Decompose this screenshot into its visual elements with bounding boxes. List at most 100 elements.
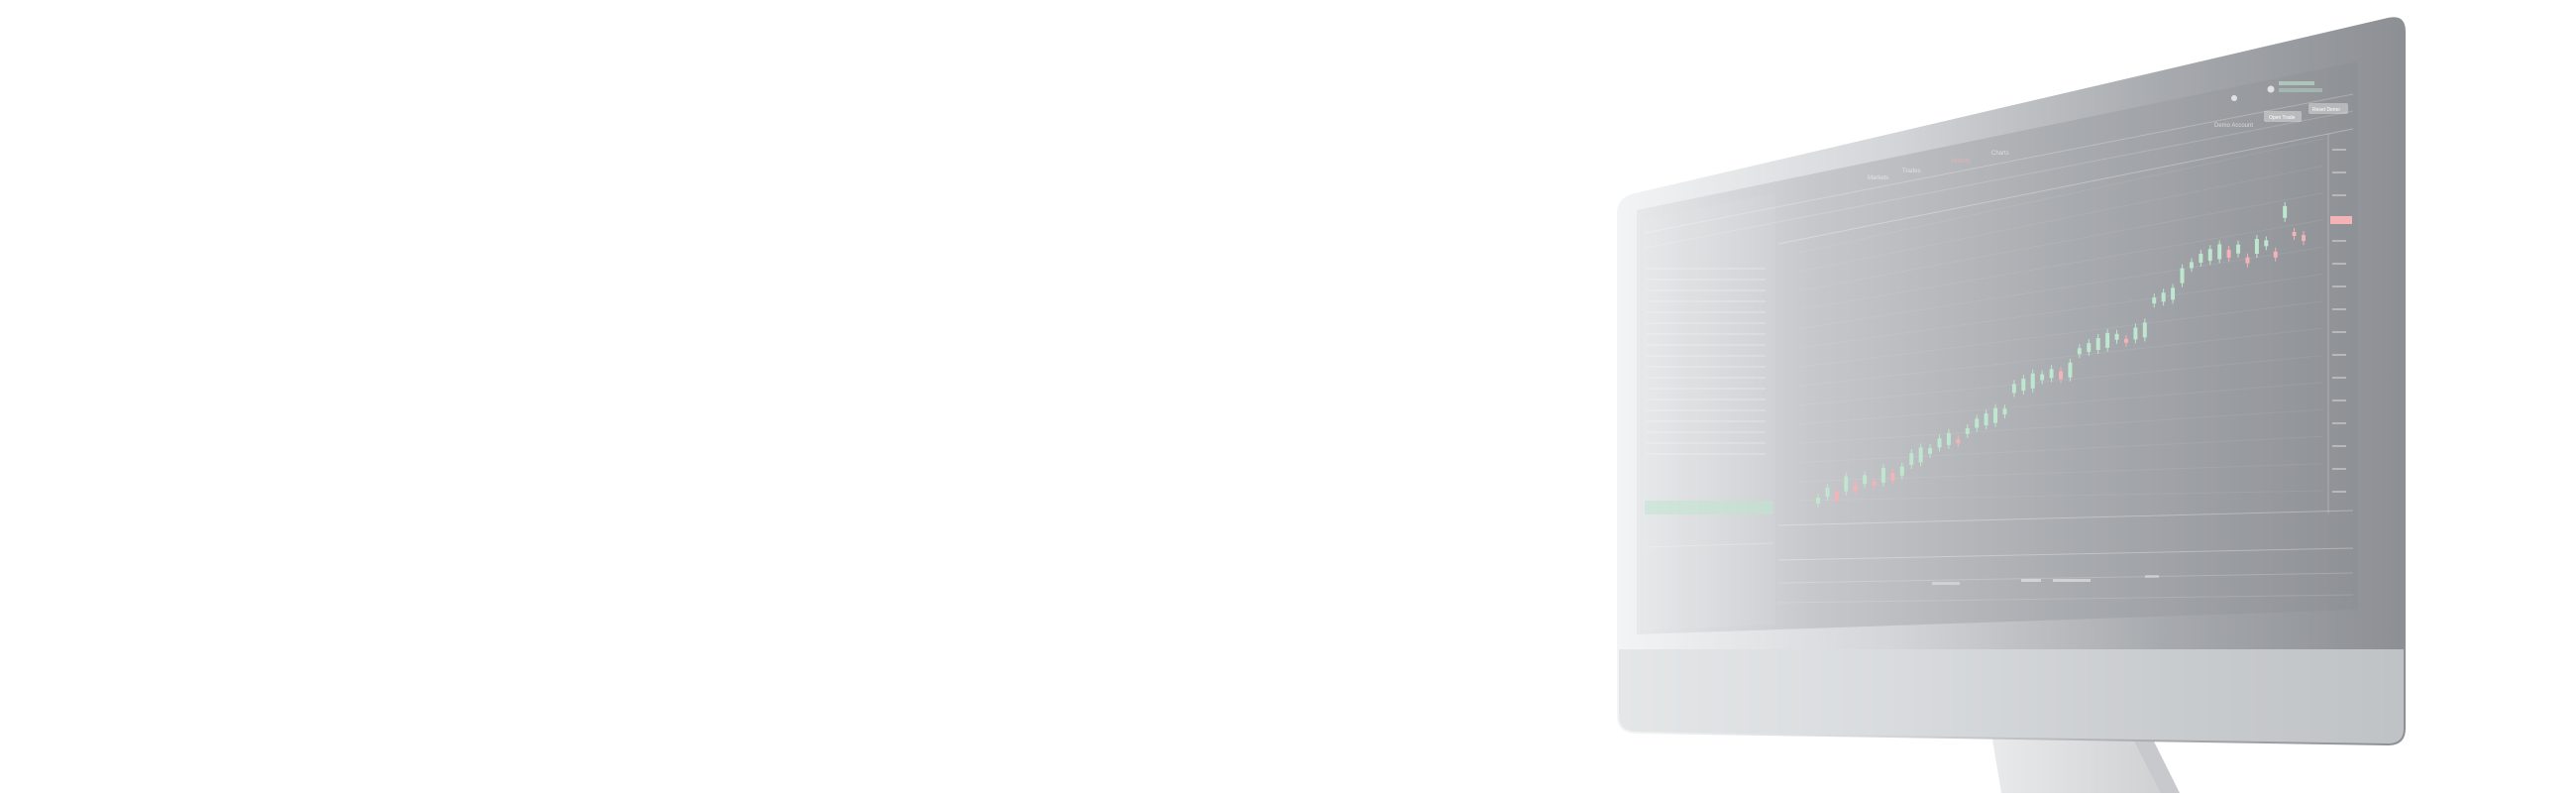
candle <box>2133 327 2138 340</box>
candle <box>2264 240 2269 247</box>
candle <box>2217 244 2222 260</box>
list-item[interactable] <box>1647 279 1766 281</box>
candle <box>2180 268 2185 284</box>
price-tick-label <box>2332 240 2346 242</box>
candle <box>2030 373 2035 389</box>
price-tick-label <box>2332 445 2346 447</box>
monitor-chin <box>1619 649 2404 743</box>
sidebar-buy-button[interactable] <box>1645 501 1773 514</box>
candle <box>1984 413 1988 426</box>
candle <box>2087 343 2092 353</box>
price-tick-label <box>2332 308 2346 310</box>
candle <box>2021 379 2026 392</box>
candle <box>2105 332 2110 348</box>
candle <box>1844 476 1849 492</box>
price-tick-label <box>2332 171 2346 173</box>
list-item[interactable] <box>1647 344 1766 346</box>
candle <box>1816 498 1820 504</box>
candle <box>1834 492 1839 501</box>
candle <box>2011 384 2016 394</box>
candle <box>2114 333 2119 340</box>
tab-markets[interactable]: Markets <box>1868 175 1888 181</box>
list-item[interactable] <box>1647 431 1766 433</box>
price-tick-label <box>2332 263 2346 265</box>
list-item[interactable] <box>1647 289 1766 291</box>
tab-history[interactable]: History <box>1952 159 1971 165</box>
monitor-illustration: Markets Trades History Charts Demo Accou… <box>1617 17 2406 793</box>
candle <box>2226 249 2231 258</box>
candle <box>2002 408 2007 415</box>
tab-charts[interactable]: Charts <box>1991 151 2009 157</box>
candle <box>2254 239 2259 255</box>
candle <box>1899 466 1904 476</box>
candle <box>2077 348 2082 355</box>
price-tick-label <box>2332 377 2346 379</box>
candle <box>1956 439 1961 444</box>
candle <box>2302 235 2306 242</box>
list-item[interactable] <box>1647 442 1766 444</box>
list-item[interactable] <box>1647 311 1766 313</box>
price-tick-label <box>2332 194 2346 196</box>
price-tick-label <box>2332 468 2346 470</box>
candle <box>2142 322 2147 338</box>
candle <box>1946 432 1951 445</box>
candle <box>2161 292 2166 302</box>
candle <box>1918 447 1923 463</box>
demo-account-link[interactable]: Demo Account <box>2214 123 2253 129</box>
list-item[interactable] <box>1647 333 1766 335</box>
candle <box>1909 453 1914 466</box>
list-item[interactable] <box>1647 409 1766 411</box>
list-item[interactable] <box>1647 322 1766 324</box>
candle <box>2189 262 2194 269</box>
list-item[interactable] <box>1647 300 1766 302</box>
candle <box>1965 427 1970 434</box>
device-mockup-stage: Markets Trades History Charts Demo Accou… <box>0 0 2576 793</box>
candle <box>2207 249 2212 262</box>
tab-trades[interactable]: Trades <box>1902 169 1920 174</box>
list-item[interactable] <box>1647 420 1766 422</box>
candle <box>2123 338 2128 343</box>
candle <box>2171 287 2176 300</box>
list-item[interactable] <box>1647 366 1766 368</box>
candle <box>2283 205 2288 218</box>
price-tick-label <box>2332 285 2346 287</box>
list-item[interactable] <box>1647 399 1766 400</box>
candle <box>1928 447 1933 454</box>
candle <box>2236 244 2241 254</box>
candle <box>2059 371 2063 380</box>
candle <box>1880 467 1885 483</box>
bell-icon[interactable] <box>2231 95 2237 101</box>
candle <box>2152 297 2157 304</box>
price-tick-label <box>2332 354 2346 356</box>
list-item[interactable] <box>1647 355 1766 357</box>
price-tick-label <box>2332 422 2346 424</box>
candle <box>2095 337 2100 350</box>
price-badge <box>2330 216 2352 224</box>
candle <box>1872 481 1877 486</box>
list-item[interactable] <box>1647 388 1766 390</box>
candle <box>2199 253 2203 263</box>
candle <box>1993 407 1998 423</box>
candle <box>1853 485 1858 492</box>
candle <box>2040 374 2045 381</box>
candle <box>1863 475 1868 485</box>
candle <box>1890 472 1895 481</box>
price-tick-label <box>2332 331 2346 333</box>
list-item[interactable] <box>1647 377 1766 379</box>
left-sidebar <box>1643 193 1775 630</box>
list-item[interactable] <box>1647 268 1766 270</box>
candle <box>1937 438 1942 448</box>
price-tick-label <box>2332 399 2346 401</box>
candle <box>2245 257 2250 264</box>
candle <box>1975 418 1980 428</box>
candle <box>2068 362 2073 378</box>
monitor-stand <box>1991 734 2180 793</box>
candle <box>2292 232 2297 237</box>
price-tick-label <box>2332 491 2346 493</box>
open-trade-button-label: Open Trade <box>2269 115 2296 121</box>
price-tick-label <box>2332 149 2346 151</box>
candle <box>2049 369 2054 379</box>
list-item[interactable] <box>1647 453 1766 455</box>
candle <box>2273 251 2278 258</box>
avatar[interactable] <box>2267 85 2275 93</box>
